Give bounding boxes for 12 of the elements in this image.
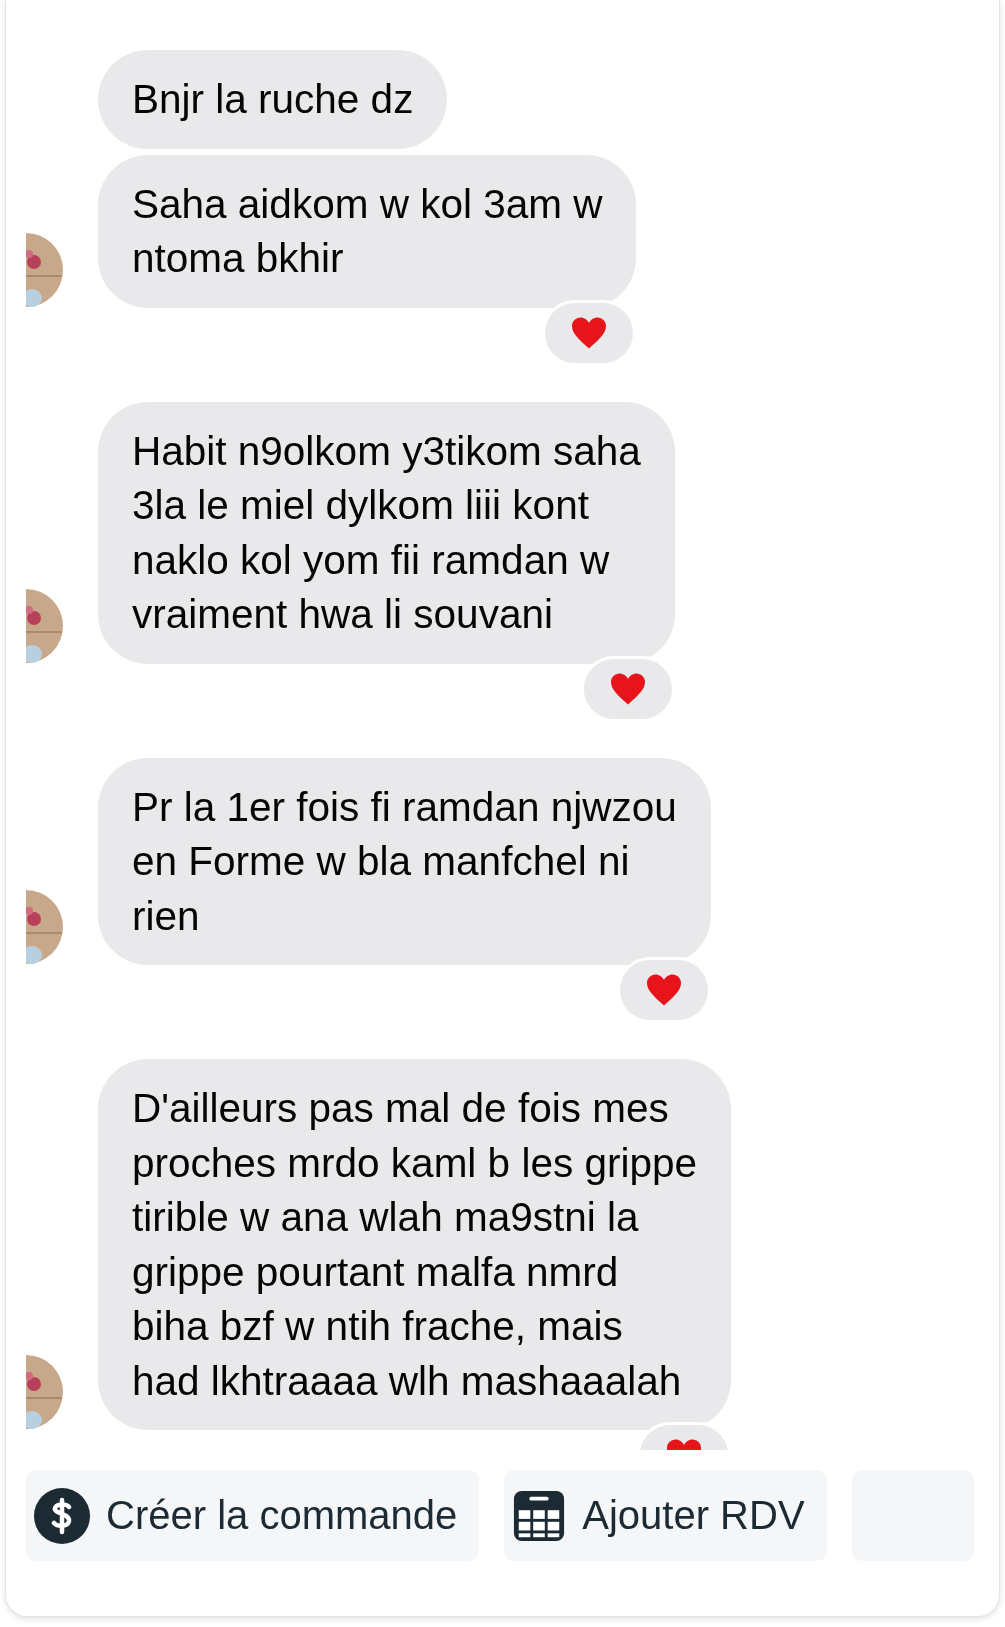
message-bubble: Bnjr la ruche dz (98, 50, 448, 149)
dollar-icon (34, 1487, 90, 1544)
calendar-icon (512, 1488, 567, 1543)
message-bubble: Saha aidkom w kol 3am w ntoma bkhir (98, 154, 637, 308)
create-order-button[interactable]: Créer la commande (26, 1470, 480, 1561)
message-bubble: Habit n9olkom y3tikom saha 3la le miel dylkom liii kont naklo kol yom fii ramdan w vraiment hwa li souvani (98, 401, 675, 664)
heart-icon (608, 671, 647, 706)
heart-icon (644, 973, 683, 1007)
message-bubble: Pr la 1er fois fi ramdan njwzou en Forme w bla manfchel ni rien (98, 757, 711, 965)
add-appointment-button[interactable]: Ajouter RDV (504, 1470, 827, 1561)
message-bubble: D'ailleurs pas mal de fois mes proches mrdo kaml b les grippe tirible w ana wlah ma9stni la grippe pourtant malfa nmrd biha bzf w ntih frache, mais had lkhtraaaa wlh mashaaalah (98, 1059, 731, 1430)
heart-icon (570, 315, 609, 350)
